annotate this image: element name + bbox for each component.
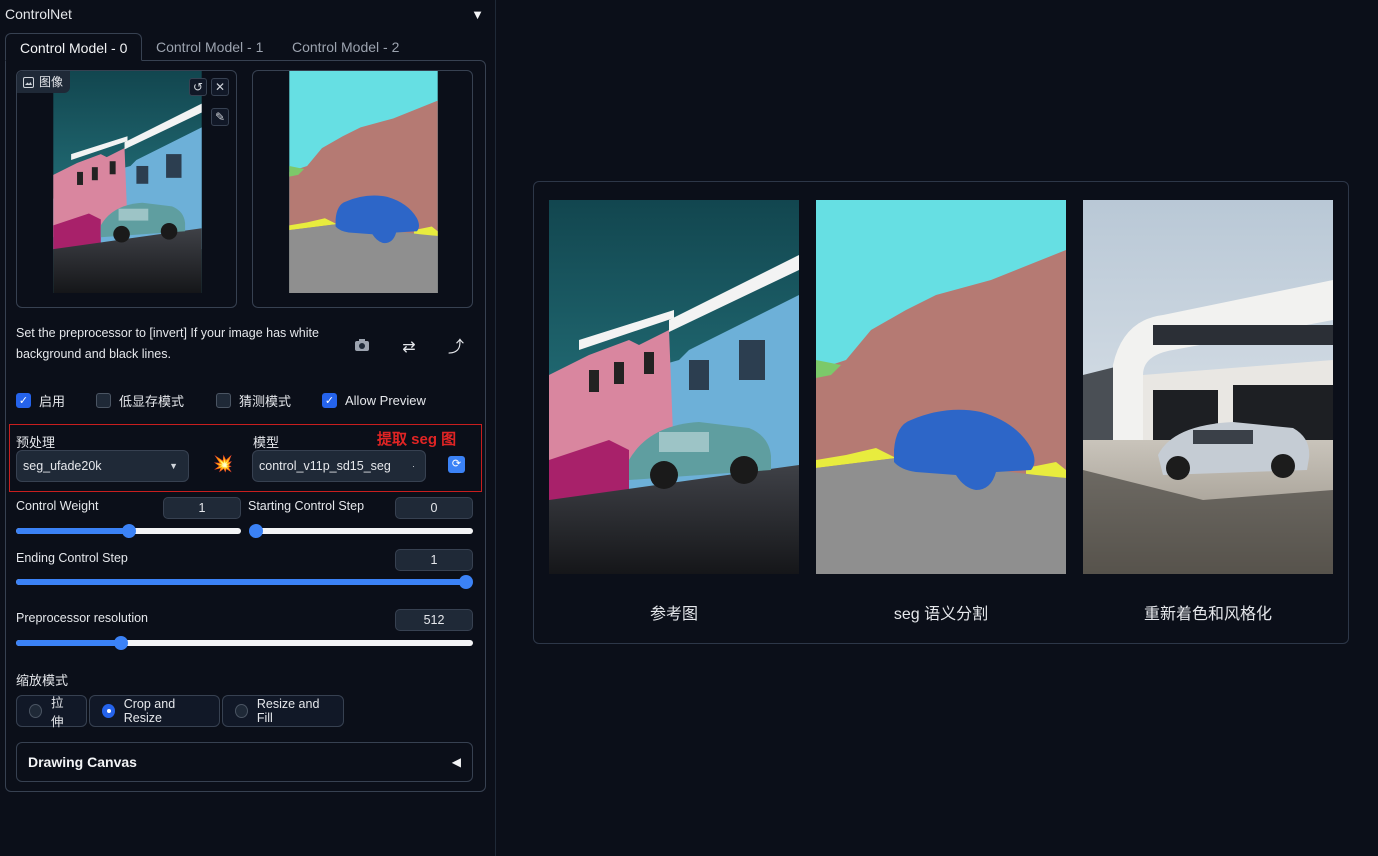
- annotation-text: 提取 seg 图: [377, 431, 457, 448]
- caption-stylized: 重新着色和风格化: [1143, 606, 1272, 623]
- resize-mode-crop-and-resize[interactable]: Crop and Resize: [89, 695, 220, 727]
- guess-mode-checkbox[interactable]: 猜测模式: [216, 391, 291, 409]
- preprocessor-resolution-input[interactable]: 512: [395, 609, 473, 631]
- stylized-image: [1083, 200, 1333, 574]
- control-weight-slider[interactable]: [16, 524, 241, 538]
- radio-selected-icon: [102, 704, 115, 718]
- ending-step-slider[interactable]: [16, 575, 473, 589]
- starting-step-label: Starting Control Step: [248, 499, 365, 513]
- radio-unselected-icon: [29, 704, 43, 718]
- brush-icon[interactable]: ✎: [211, 108, 229, 126]
- slider-fill: [16, 579, 466, 585]
- resize-mode-stretch-label: 拉伸: [51, 696, 64, 729]
- seg-image: [816, 200, 1066, 574]
- resize-mode-stretch[interactable]: 拉伸: [16, 695, 87, 729]
- preprocessor-label: 预处理: [16, 435, 56, 450]
- reference-photo-thumbnail: [53, 71, 202, 293]
- tab-control-model-2[interactable]: Control Model - 2: [278, 33, 413, 61]
- low-vram-label: 低显存模式: [119, 393, 185, 409]
- allow-preview-checkbox[interactable]: ✓ Allow Preview: [322, 391, 426, 409]
- seg-preview-thumbnail: [289, 71, 438, 293]
- expand-triangle-icon: ◀: [451, 755, 461, 769]
- image-label-text: 图像: [39, 75, 64, 89]
- enable-label: 启用: [39, 393, 66, 409]
- starting-step-slider[interactable]: [249, 524, 473, 538]
- reference-image: [549, 200, 799, 574]
- guess-mode-label: 猜测模式: [239, 393, 292, 409]
- preprocessor-preview-box: [252, 70, 473, 308]
- image-icon: [23, 76, 34, 88]
- controlnet-header[interactable]: ControlNet ▼: [5, 5, 490, 25]
- dropdown-caret-icon: ·: [412, 461, 415, 471]
- controlnet-title: ControlNet: [5, 6, 72, 22]
- allow-preview-label: Allow Preview: [345, 392, 426, 408]
- preprocessor-value: seg_ufade20k: [23, 459, 102, 473]
- checkbox-unchecked-icon: [216, 392, 231, 408]
- controlnet-panel: ControlNet ▼ Control Model - 0 Control M…: [0, 0, 496, 856]
- reference-photo: [549, 200, 799, 574]
- resize-mode-crop-label: Crop and Resize: [123, 697, 176, 725]
- tab-control-model-1[interactable]: Control Model - 1: [142, 33, 277, 61]
- preprocessor-resolution-slider[interactable]: [16, 636, 473, 650]
- caption-reference: 参考图: [649, 606, 698, 623]
- dropdown-caret-icon: ▼: [169, 461, 178, 471]
- radio-unselected-icon: [235, 704, 248, 718]
- model-value: control_v11p_sd15_seg: [259, 459, 391, 473]
- slider-thumb[interactable]: [459, 575, 473, 589]
- stylized-photo: [1083, 200, 1333, 574]
- refresh-models-icon[interactable]: ⟳: [448, 456, 465, 473]
- resize-mode-resize-and-fill[interactable]: Resize and Fill: [222, 695, 344, 727]
- swap-arrows-icon[interactable]: ⇄: [398, 337, 420, 359]
- resize-mode-label: 缩放模式: [16, 673, 69, 688]
- model-label: 模型: [253, 435, 280, 450]
- run-preprocessor-icon[interactable]: 💥: [213, 454, 233, 474]
- send-up-arrow-icon[interactable]: ⤴: [445, 337, 467, 359]
- slider-fill: [16, 528, 129, 534]
- preprocessor-resolution-label: Preprocessor resolution: [16, 611, 149, 625]
- resize-mode-fill-label: Resize and Fill: [256, 697, 320, 725]
- slider-thumb[interactable]: [121, 524, 136, 538]
- caption-seg: seg 语义分割: [893, 606, 989, 623]
- collapse-triangle-icon[interactable]: ▼: [471, 7, 484, 22]
- camera-icon[interactable]: [351, 337, 373, 359]
- enable-checkbox[interactable]: ✓ 启用: [16, 391, 65, 409]
- input-image-box[interactable]: 图像 ↺ ✕ ✎: [16, 70, 237, 308]
- preprocessor-select[interactable]: seg_ufade20k ▼: [16, 450, 189, 482]
- tab-control-model-0[interactable]: Control Model - 0: [5, 33, 143, 61]
- control-weight-input[interactable]: 1: [163, 497, 241, 519]
- checkbox-unchecked-icon: [96, 392, 111, 408]
- slider-fill: [16, 640, 122, 646]
- close-icon[interactable]: ✕: [211, 78, 229, 96]
- starting-step-input[interactable]: 0: [395, 497, 473, 519]
- seg-map: [816, 200, 1066, 574]
- drawing-canvas-title: Drawing Canvas: [28, 754, 137, 770]
- drawing-canvas-accordion[interactable]: Drawing Canvas ◀: [16, 742, 473, 782]
- control-model-tabs: Control Model - 0 Control Model - 1 Cont…: [5, 33, 485, 61]
- undo-icon[interactable]: ↺: [189, 78, 207, 96]
- slider-thumb[interactable]: [114, 636, 129, 650]
- control-weight-label: Control Weight: [16, 499, 99, 513]
- ending-step-input[interactable]: 1: [395, 549, 473, 571]
- preprocessor-hint: Set the preprocessor to [invert] If your…: [16, 326, 319, 361]
- image-label: 图像: [17, 71, 71, 93]
- slider-thumb[interactable]: [249, 524, 263, 538]
- model-select[interactable]: control_v11p_sd15_seg ·: [252, 450, 426, 482]
- checkbox-checked-icon: ✓: [16, 392, 31, 408]
- ending-step-label: Ending Control Step: [16, 551, 128, 565]
- checkbox-checked-icon: ✓: [322, 392, 337, 408]
- low-vram-checkbox[interactable]: 低显存模式: [96, 391, 184, 409]
